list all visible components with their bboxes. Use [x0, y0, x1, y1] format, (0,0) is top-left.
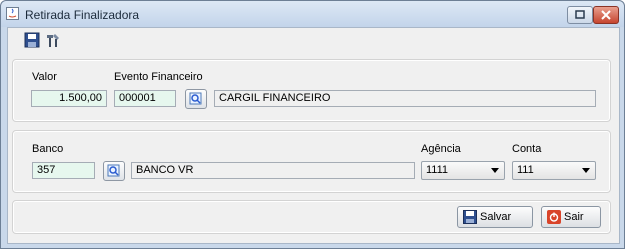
close-icon	[601, 10, 611, 20]
magnifier-icon	[189, 92, 202, 105]
valor-input[interactable]: 1.500,00	[31, 90, 107, 107]
banco-label: Banco	[32, 143, 64, 155]
banco-code-input[interactable]: 357	[32, 162, 95, 179]
chevron-down-icon	[582, 168, 590, 173]
banco-name-field: BANCO VR	[131, 162, 415, 179]
power-icon	[547, 210, 561, 224]
java-app-icon	[6, 7, 19, 20]
evento-lookup-button[interactable]	[185, 89, 207, 109]
save-icon	[463, 210, 477, 224]
agencia-label: Agência	[421, 143, 461, 155]
conta-label: Conta	[512, 143, 542, 155]
evento-name-field: CARGIL FINANCEIRO	[214, 90, 596, 107]
restore-icon	[575, 10, 585, 19]
bank-group: Banco 357 BANCO VR Agência 1111 Conta 11…	[12, 130, 611, 193]
conta-value: 111	[517, 164, 534, 176]
agencia-value: 1111	[426, 164, 449, 176]
actions-bar: Salvar Sair	[12, 200, 611, 234]
conta-select[interactable]: 111	[512, 161, 596, 180]
exit-button-label: Sair	[564, 211, 584, 223]
tools-icon[interactable]	[45, 32, 61, 48]
evento-financeiro-label: Evento Financeiro	[114, 71, 203, 83]
save-button[interactable]: Salvar	[457, 206, 533, 228]
close-button[interactable]	[593, 6, 619, 24]
magnifier-icon	[107, 164, 120, 177]
agencia-select[interactable]: 1111	[421, 161, 505, 180]
window-title: Retirada Finalizadora	[25, 8, 140, 22]
evento-code-input[interactable]: 000001	[114, 90, 176, 107]
title-bar: Retirada Finalizadora	[1, 1, 624, 27]
save-button-label: Salvar	[480, 211, 512, 223]
dialog-body: Valor 1.500,00 Evento Financeiro 000001 …	[7, 27, 620, 244]
chevron-down-icon	[491, 168, 499, 173]
banco-lookup-button[interactable]	[103, 161, 125, 181]
window: Retirada Finalizadora Valor 1.500,00 Eve…	[0, 0, 625, 249]
finance-group: Valor 1.500,00 Evento Financeiro 000001 …	[12, 59, 611, 122]
valor-label: Valor	[32, 71, 57, 83]
restore-button[interactable]	[567, 6, 593, 24]
save-icon[interactable]	[24, 32, 40, 48]
exit-button[interactable]: Sair	[541, 206, 601, 228]
